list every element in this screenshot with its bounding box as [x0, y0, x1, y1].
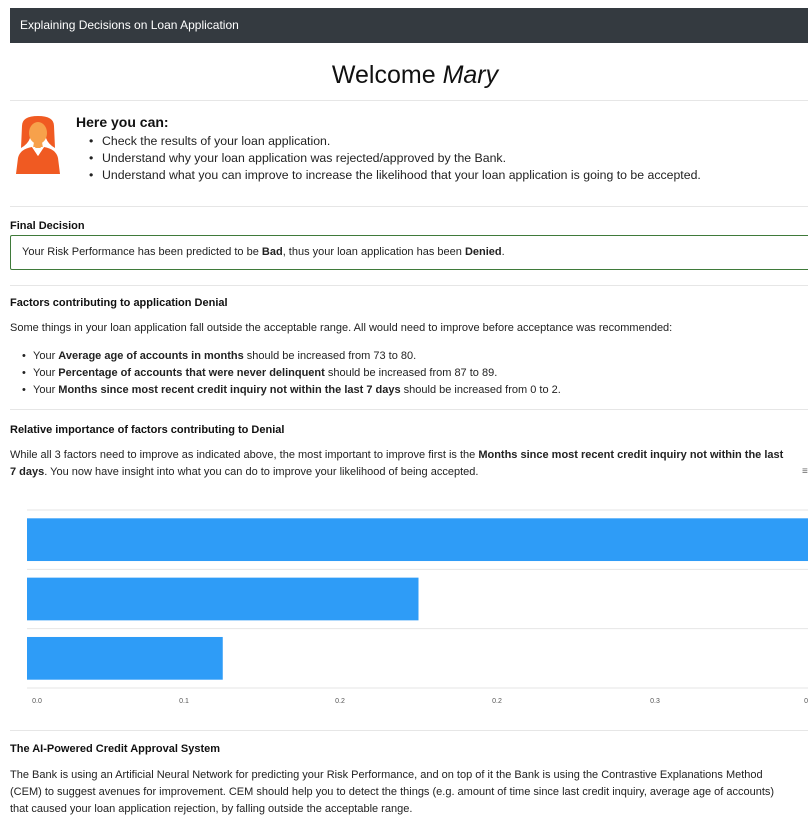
- decision-text: .: [501, 246, 505, 258]
- page-title: Welcome Mary: [0, 61, 808, 90]
- chart-tick-label: 0: [804, 698, 808, 705]
- chart-bar[interactable]: [27, 577, 419, 621]
- importance-heading: Relative importance of factors contribut…: [10, 424, 285, 436]
- list-item: Check the results of your loan applicati…: [89, 133, 701, 150]
- factors-heading: Factors contributing to application Deni…: [10, 297, 228, 309]
- chart-tick-label: 0.1: [179, 698, 189, 705]
- factor-feature: Average age of accounts in months: [58, 350, 244, 362]
- factor-feature: Months since most recent credit inquiry …: [58, 384, 401, 396]
- intro-list: Check the results of your loan applicati…: [89, 133, 701, 184]
- welcome-prefix: Welcome: [331, 61, 443, 89]
- factor-pre: Your: [33, 384, 59, 396]
- chart-bar[interactable]: [27, 636, 223, 680]
- ai-system-line: The Bank is using an Artificial Neural N…: [10, 769, 763, 781]
- factor-post: should be increased from 73 to 80.: [243, 350, 417, 362]
- decision-text: Your Risk Performance has been predicted…: [22, 246, 262, 258]
- user-avatar-icon: [16, 116, 60, 174]
- navbar-title[interactable]: Explaining Decisions on Loan Application: [20, 18, 239, 32]
- divider: [10, 409, 808, 410]
- intro-title: Here you can:: [76, 114, 169, 130]
- decision-text: , thus your loan application has been: [282, 246, 465, 258]
- factor-feature: Percentage of accounts that were never d…: [58, 367, 325, 379]
- divider: [10, 285, 808, 286]
- chart-tick-label: 0.0: [32, 698, 42, 705]
- decision-value: Denied: [464, 246, 502, 258]
- factor-pre: Your: [33, 367, 59, 379]
- ai-system-heading: The AI-Powered Credit Approval System: [10, 743, 221, 755]
- list-item: Understand what you can improve to incre…: [89, 167, 701, 184]
- chart-tick-label: 0.3: [650, 698, 660, 705]
- final-decision-heading: Final Decision: [10, 220, 85, 232]
- factor-post: should be increased from 0 to 2.: [400, 384, 561, 396]
- ai-system-line: (CEM) to suggest avenues for improvement…: [10, 786, 775, 798]
- list-item: Your Months since most recent credit inq…: [22, 382, 561, 399]
- chart-tick-label: 0.2: [335, 698, 345, 705]
- factors-intro: Some things in your loan application fal…: [10, 322, 673, 334]
- list-item: Understand why your loan application was…: [89, 150, 701, 167]
- list-item: Your Average age of accounts in months s…: [22, 348, 561, 365]
- list-item: Your Percentage of accounts that were ne…: [22, 365, 561, 382]
- factor-post: should be increased from 87 to 89.: [324, 367, 498, 379]
- divider: [10, 206, 808, 207]
- final-decision-box: Your Risk Performance has been predicted…: [10, 235, 808, 270]
- factor-pre: Your: [33, 350, 59, 362]
- importance-bar-chart: 0.0 0.1 0.2 0.2 0.3 0: [27, 509, 808, 705]
- ai-system-line: that caused your loan application reject…: [10, 803, 413, 815]
- divider: [10, 100, 808, 101]
- divider: [10, 730, 808, 731]
- navbar: Explaining Decisions on Loan Application: [10, 8, 808, 43]
- risk-value: Bad: [261, 246, 283, 258]
- chart-bar[interactable]: [27, 518, 808, 562]
- chart-tick-label: 0.2: [492, 698, 502, 705]
- factors-list: Your Average age of accounts in months s…: [22, 348, 561, 399]
- user-name: Mary: [442, 61, 499, 89]
